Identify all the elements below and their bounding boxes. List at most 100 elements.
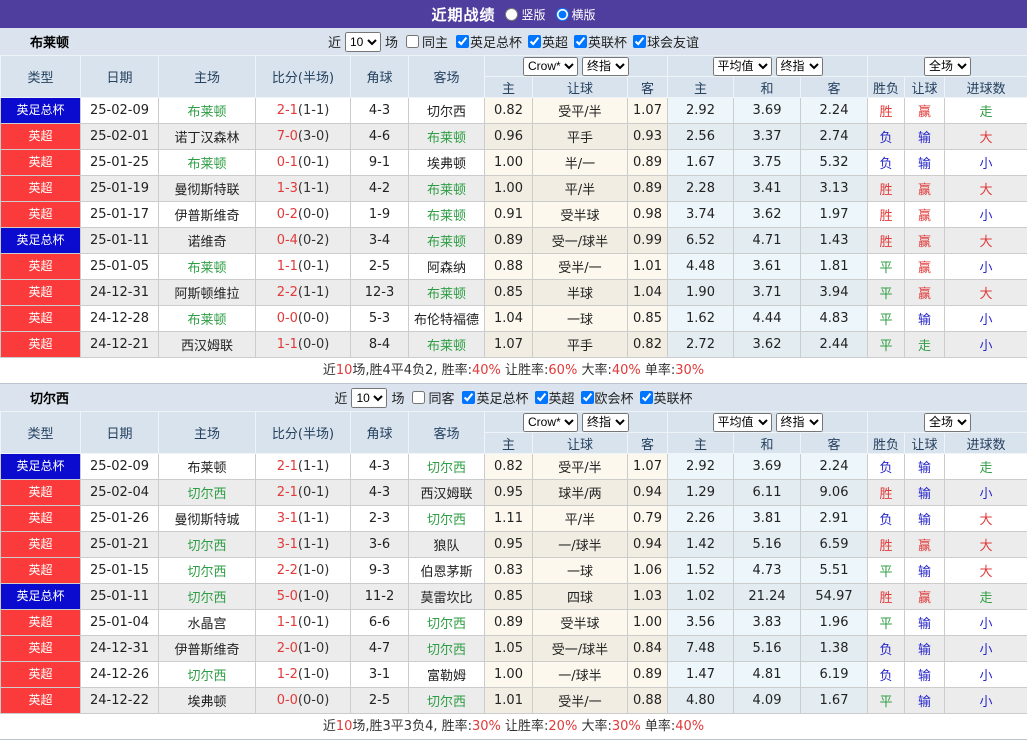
fulltime-score: 0-0 <box>277 311 298 326</box>
avg-away-cell: 5.51 <box>801 558 868 584</box>
col-odds-home: 主 <box>485 433 533 454</box>
result-cell: 胜 <box>868 584 905 610</box>
col-corner: 角球 <box>351 56 409 98</box>
competition-badge: 英超 <box>1 558 80 583</box>
home-team-cell: 切尔西 <box>159 480 256 506</box>
odds-handicap-cell: 一/球半 <box>533 532 628 558</box>
league-filter[interactable]: 英足总杯 <box>456 388 528 407</box>
avg-source-select[interactable]: 平均值 <box>713 57 772 76</box>
competition-badge: 英超 <box>1 332 80 357</box>
league-filter[interactable]: 英超 <box>522 32 568 51</box>
avg-time-select[interactable]: 终指 <box>776 57 823 76</box>
competition-badge: 英超 <box>1 662 80 687</box>
match-date-cell: 24-12-28 <box>81 306 159 332</box>
league-checkbox[interactable] <box>581 391 594 404</box>
odds-source-cell: Crow*终指 <box>485 56 668 77</box>
league-filter[interactable]: 英联杯 <box>634 388 693 407</box>
summary-segment: 30% <box>612 719 641 734</box>
corner-cell: 4-6 <box>351 124 409 150</box>
layout-option-vertical[interactable]: 竖版 <box>505 6 545 23</box>
handicap-result-cell: 输 <box>905 688 945 714</box>
corner-cell: 5-3 <box>351 306 409 332</box>
fulltime-score: 1-2 <box>277 667 298 682</box>
result-cell: 胜 <box>868 532 905 558</box>
match-count-select[interactable]: 10 <box>351 388 387 408</box>
match-row: 英超25-01-04水晶宫1-1(0-1)6-6切尔西0.89受半球1.003.… <box>1 610 1027 636</box>
odds-handicap-cell: 受平/半 <box>533 98 628 124</box>
league-filter[interactable]: 英超 <box>529 388 575 407</box>
horizontal-radio[interactable] <box>556 8 569 21</box>
layout-option-horizontal[interactable]: 横版 <box>556 6 596 23</box>
scope-select[interactable]: 全场 <box>924 413 971 432</box>
same-venue-checkbox[interactable] <box>406 35 419 48</box>
fulltime-score: 2-1 <box>277 485 298 500</box>
league-checkbox[interactable] <box>462 391 475 404</box>
summary-segment: 近 <box>323 363 336 378</box>
halftime-score: (0-1) <box>298 259 329 274</box>
avg-time-select[interactable]: 终指 <box>776 413 823 432</box>
league-checkbox[interactable] <box>528 35 541 48</box>
avg-away-cell: 1.38 <box>801 636 868 662</box>
halftime-score: (1-0) <box>298 667 329 682</box>
score-cell: 2-0(1-0) <box>256 636 351 662</box>
league-checkbox[interactable] <box>535 391 548 404</box>
odds-home-cell: 0.89 <box>485 228 533 254</box>
goals-result-cell: 小 <box>945 254 1027 280</box>
avg-away-cell: 54.97 <box>801 584 868 610</box>
odds-home-cell: 0.96 <box>485 124 533 150</box>
league-checkbox[interactable] <box>633 35 646 48</box>
result-cell: 平 <box>868 280 905 306</box>
odds-time-select[interactable]: 终指 <box>582 413 629 432</box>
match-date-cell: 25-02-09 <box>81 454 159 480</box>
avg-source-select[interactable]: 平均值 <box>713 413 772 432</box>
home-team-cell: 诺丁汉森林 <box>159 124 256 150</box>
vertical-radio[interactable] <box>505 8 518 21</box>
horizontal-radio-label: 横版 <box>572 6 596 23</box>
competition-badge: 英超 <box>1 254 80 279</box>
corner-cell: 2-5 <box>351 688 409 714</box>
result-cell: 平 <box>868 688 905 714</box>
competition-badge: 英超 <box>1 280 80 305</box>
avg-source-cell: 平均值终指 <box>668 412 868 433</box>
league-filter[interactable]: 球会友谊 <box>627 32 699 51</box>
fulltime-score: 2-1 <box>277 459 298 474</box>
avg-home-cell: 2.72 <box>668 332 734 358</box>
col-date: 日期 <box>81 412 159 454</box>
match-count-select[interactable]: 10 <box>345 32 381 52</box>
odds-source-select[interactable]: Crow* <box>523 413 578 432</box>
score-cell: 3-1(1-1) <box>256 532 351 558</box>
league-filter[interactable]: 英足总杯 <box>450 32 522 51</box>
halftime-score: (0-2) <box>298 233 329 248</box>
scope-cell: 全场 <box>868 56 1027 77</box>
goals-result-cell: 大 <box>945 506 1027 532</box>
home-team-cell: 切尔西 <box>159 532 256 558</box>
league-filter[interactable]: 英联杯 <box>568 32 627 51</box>
avg-home-cell: 2.26 <box>668 506 734 532</box>
corner-cell: 3-1 <box>351 662 409 688</box>
avg-home-cell: 2.56 <box>668 124 734 150</box>
summary-segment: 10 <box>336 363 353 378</box>
fulltime-score: 1-1 <box>277 337 298 352</box>
same-venue-checkbox[interactable] <box>412 391 425 404</box>
corner-cell: 9-1 <box>351 150 409 176</box>
odds-source-select[interactable]: Crow* <box>523 57 578 76</box>
halftime-score: (0-0) <box>298 311 329 326</box>
league-checkbox[interactable] <box>456 35 469 48</box>
match-date-cell: 25-01-11 <box>81 584 159 610</box>
match-row: 英超25-02-04切尔西2-1(0-1)4-3西汉姆联0.95球半/两0.94… <box>1 480 1027 506</box>
results-body: 英足总杯25-02-09布莱顿2-1(1-1)4-3切尔西0.82受平/半1.0… <box>1 98 1027 358</box>
summary-segment: 大率: <box>577 719 612 734</box>
halftime-score: (1-0) <box>298 563 329 578</box>
competition-badge: 英超 <box>1 306 80 331</box>
halftime-score: (3-0) <box>298 129 329 144</box>
league-checkbox[interactable] <box>640 391 653 404</box>
away-team-cell: 布莱顿 <box>409 176 485 202</box>
odds-time-select[interactable]: 终指 <box>582 57 629 76</box>
corner-cell: 4-3 <box>351 480 409 506</box>
scope-select[interactable]: 全场 <box>924 57 971 76</box>
league-filter[interactable]: 欧会杯 <box>575 388 634 407</box>
filter-games-label: 场 <box>385 32 398 51</box>
odds-handicap-cell: 一/球半 <box>533 662 628 688</box>
league-checkbox[interactable] <box>574 35 587 48</box>
home-team-cell: 布莱顿 <box>159 150 256 176</box>
